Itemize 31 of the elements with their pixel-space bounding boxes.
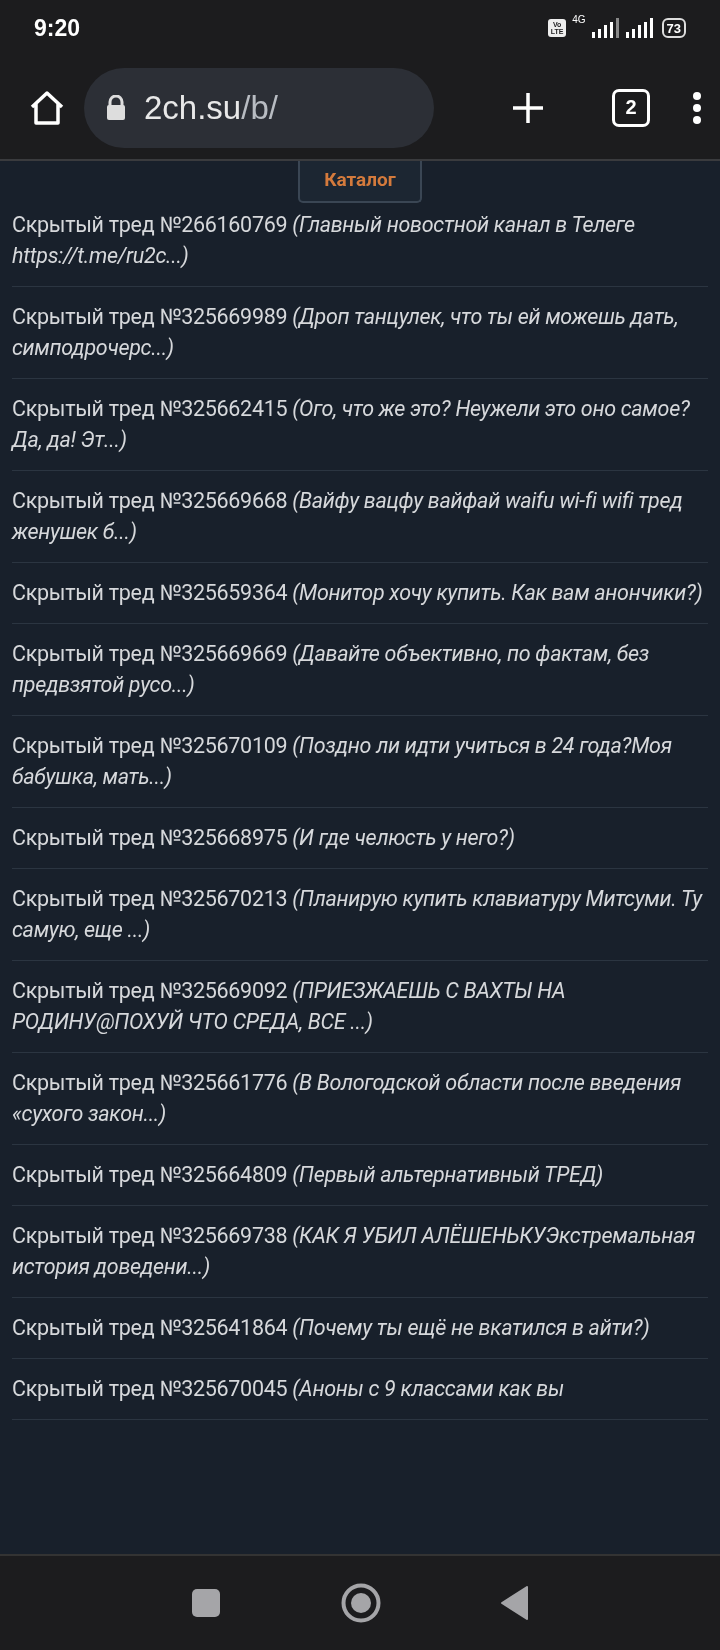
recents-icon[interactable]	[191, 1588, 221, 1618]
hidden-thread-entry[interactable]: Скрытый тред №325669989 (Дроп танцулек, что ты ей можешь дать, симподрочерс...)	[12, 287, 708, 379]
hidden-thread-entry[interactable]: Скрытый тред №325664809 (Первый альтернативный ТРЕД)	[12, 1145, 708, 1206]
back-icon[interactable]	[501, 1586, 529, 1620]
hidden-thread-entry[interactable]: Скрытый тред №325662415 (Ого, что же это? Неужели это оно самое? Да, да! Эт...)	[12, 379, 708, 471]
url-text: 2ch.su/b/	[144, 88, 278, 127]
battery-level: 73	[661, 18, 686, 38]
catalog-button[interactable]: Каталог	[298, 161, 422, 203]
signal-icon	[591, 18, 620, 38]
home-button-icon[interactable]	[341, 1583, 381, 1623]
hidden-thread-entry[interactable]: Скрытый тред №325641864 (Почему ты ещё не вкатился в айти?)	[12, 1298, 708, 1359]
hidden-thread-entry[interactable]: Скрытый тред №325670045 (Аноны с 9 классами как вы	[12, 1359, 708, 1420]
hidden-thread-entry[interactable]: Скрытый тред №325669669 (Давайте объективно, по фактам, без предвзятой русо...)	[12, 624, 708, 716]
hidden-thread-entry[interactable]: Скрытый тред №325669738 (КАК Я УБИЛ АЛЁШЕНЬКУЭкстремальная история доведени...)	[12, 1206, 708, 1298]
address-bar[interactable]: 2ch.su/b/	[84, 67, 434, 148]
hidden-thread-entry[interactable]: Скрытый тред №325668975 (И где челюсть у него?)	[12, 808, 708, 869]
hidden-thread-entry[interactable]: Скрытый тред №266160769 (Главный новостной канал в Телеге https://t.me/ru2c...)	[12, 203, 708, 287]
home-icon[interactable]	[28, 88, 66, 127]
menu-icon[interactable]	[692, 90, 702, 125]
hidden-thread-entry[interactable]: Скрытый тред №325670213 (Планирую купить клавиатуру Митсуми. Ту самую, еще ...)	[12, 869, 708, 961]
hidden-thread-entry[interactable]: Скрытый тред №325670109 (Поздно ли идти учиться в 24 года?Моя бабушка, мать...)	[12, 716, 708, 808]
network-type: 4G	[572, 14, 586, 25]
status-time: 9:20	[34, 14, 81, 42]
signal-icon	[625, 18, 656, 38]
hidden-thread-entry[interactable]: Скрытый тред №325661776 (В Вологодской области после введения «сухого закон...)	[12, 1053, 708, 1145]
hidden-thread-entry[interactable]: Скрытый тред №325669668 (Вайфу вацфу вайфай waifu wi-fi wifi тред женушек б...)	[12, 471, 708, 563]
tab-count-button[interactable]: 2	[612, 88, 650, 127]
new-tab-icon[interactable]	[512, 91, 544, 124]
lock-icon	[106, 94, 126, 121]
hidden-thread-entry[interactable]: Скрытый тред №325669092 (ПРИЕЗЖАЕШЬ С ВАХТЫ НА РОДИНУ@ПОХУЙ ЧТО СРЕДА, ВСЕ ...)	[12, 961, 708, 1053]
hidden-thread-entry[interactable]: Скрытый тред №325659364 (Монитор хочу купить. Как вам анончики?)	[12, 563, 708, 624]
